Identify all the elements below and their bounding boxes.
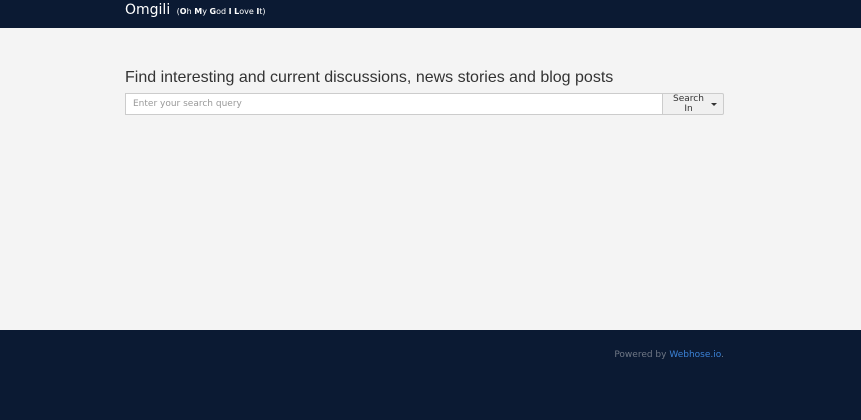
main-content: Find interesting and current discussions… — [0, 28, 861, 330]
powered-by-suffix: . — [721, 350, 724, 360]
powered-by-prefix: Powered by — [614, 350, 670, 360]
search-group: Search In — [125, 93, 724, 115]
webhose-link[interactable]: Webhose.io — [669, 350, 721, 360]
search-input[interactable] — [125, 93, 662, 115]
brand-tagline: (Oh My God I Love It) — [177, 7, 266, 16]
brand-tagline-part: t) — [259, 7, 266, 16]
brand-tagline-part: O — [179, 7, 187, 16]
page-headline: Find interesting and current discussions… — [125, 69, 614, 86]
top-navbar: Omgili (Oh My God I Love It) — [0, 0, 861, 28]
caret-down-icon — [711, 103, 717, 106]
brand-tagline-part: od — [216, 7, 229, 16]
powered-by-text: Powered by Webhose.io. — [614, 350, 724, 360]
search-in-label: Search In — [673, 94, 704, 114]
brand-logo-link[interactable]: Omgili (Oh My God I Love It) — [125, 1, 266, 19]
search-in-dropdown-button[interactable]: Search In — [662, 93, 724, 115]
brand-tagline-part: M — [194, 7, 203, 16]
brand-name: Omgili — [125, 2, 171, 18]
brand-tagline-part: ove — [239, 7, 257, 16]
footer: Powered by Webhose.io. — [0, 330, 861, 420]
